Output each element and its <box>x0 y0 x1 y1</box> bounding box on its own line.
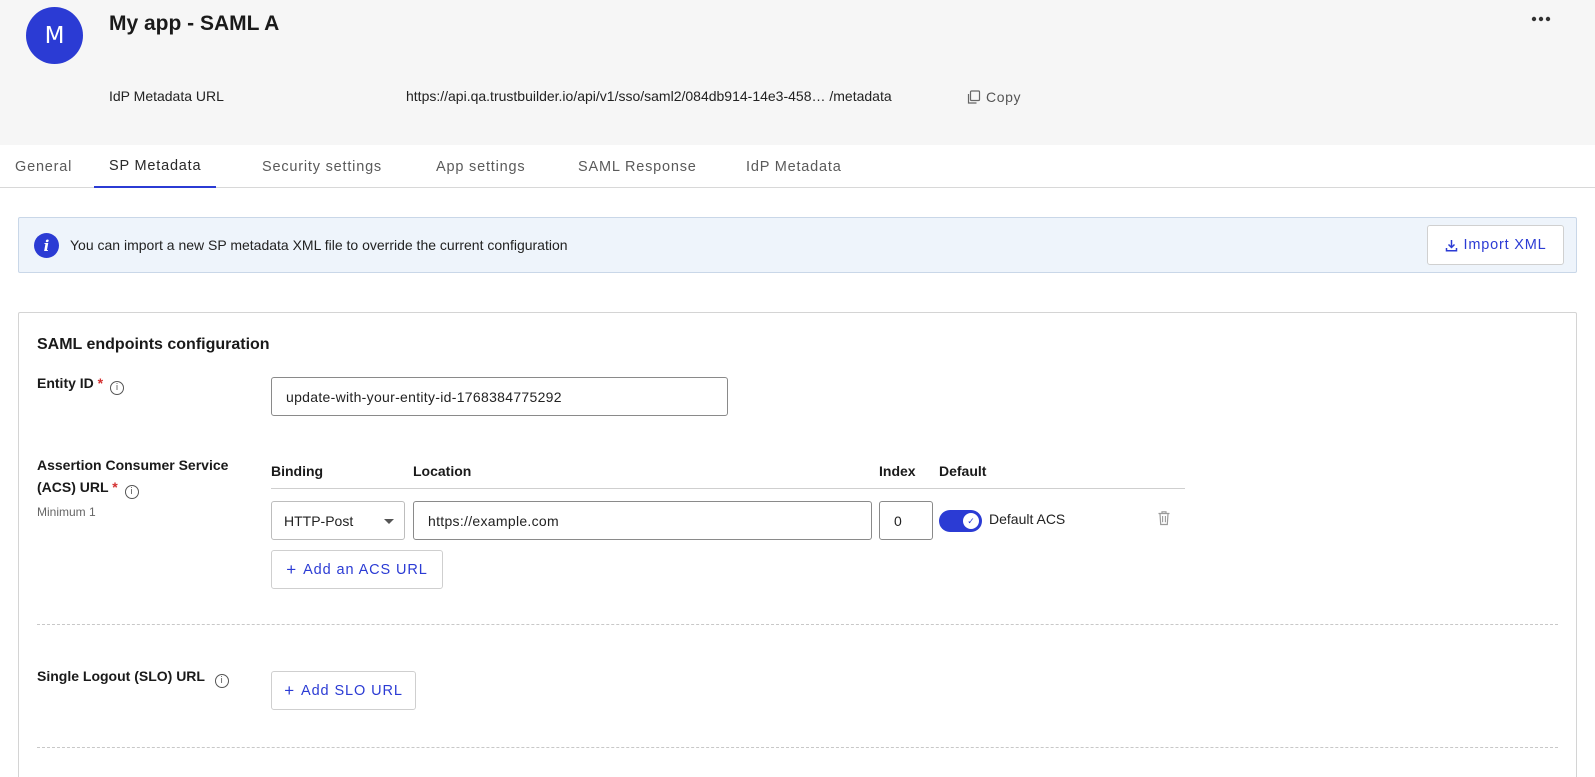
tab-sp-metadata[interactable]: SP Metadata <box>94 145 217 188</box>
idp-metadata-url-value: https://api.qa.trustbuilder.io/api/v1/ss… <box>406 88 892 104</box>
app-header: M My app - SAML A IdP Metadata URL https… <box>0 0 1595 145</box>
avatar: M <box>26 7 83 64</box>
download-icon <box>1445 239 1457 252</box>
import-xml-button[interactable]: Import XML <box>1427 225 1564 265</box>
binding-select-value: HTTP-Post <box>284 512 354 529</box>
info-banner: i You can import a new SP metadata XML f… <box>18 217 1577 273</box>
default-acs-label: Default ACS <box>989 511 1066 527</box>
tab-idp-metadata[interactable]: IdP Metadata <box>731 145 857 188</box>
tab-security-settings[interactable]: Security settings <box>247 145 397 188</box>
acs-label-line1: Assertion Consumer Service <box>37 457 229 473</box>
add-acs-url-button[interactable]: + Add an ACS URL <box>271 550 443 589</box>
info-circle-icon[interactable]: i <box>110 381 125 395</box>
tab-bar: General SP Metadata Security settings Ap… <box>0 145 1595 188</box>
plus-icon: + <box>284 681 296 700</box>
add-slo-url-button[interactable]: + Add SLO URL <box>271 671 416 710</box>
column-default: Default <box>939 463 987 479</box>
section-divider <box>37 624 1558 625</box>
info-circle-icon[interactable]: i <box>124 485 139 499</box>
acs-location-input[interactable]: https://example.com <box>413 501 872 540</box>
plus-icon: + <box>286 560 298 579</box>
info-banner-text: You can import a new SP metadata XML fil… <box>70 237 568 253</box>
acs-label-line2: (ACS) URL <box>37 479 109 495</box>
info-circle-icon[interactable]: i <box>214 674 229 688</box>
check-icon: ✓ <box>963 513 979 529</box>
required-mark: * <box>97 375 104 391</box>
section-divider <box>37 747 1558 748</box>
import-xml-label: Import XML <box>1463 237 1547 253</box>
tab-general[interactable]: General <box>0 145 87 188</box>
trash-icon[interactable] <box>1157 510 1171 526</box>
copy-label: Copy <box>986 89 1022 105</box>
page-title: My app - SAML A <box>109 12 280 35</box>
binding-select[interactable]: HTTP-Post <box>271 501 405 540</box>
slo-url-label: Single Logout (SLO) URL i <box>37 665 229 688</box>
section-title: SAML endpoints configuration <box>37 336 270 353</box>
table-header-divider <box>271 488 1185 489</box>
idp-metadata-url-label: IdP Metadata URL <box>109 88 224 104</box>
copy-icon <box>967 89 981 104</box>
copy-button[interactable]: Copy <box>966 86 1021 108</box>
default-acs-toggle[interactable]: ✓ <box>939 510 982 532</box>
acs-minimum-hint: Minimum 1 <box>37 505 96 519</box>
column-binding: Binding <box>271 463 324 479</box>
column-index: Index <box>879 463 916 479</box>
entity-id-label: Entity ID * i <box>37 372 125 395</box>
chevron-down-icon <box>384 519 394 524</box>
saml-endpoints-card: SAML endpoints configuration Entity ID *… <box>18 312 1577 777</box>
entity-id-label-text: Entity ID <box>37 375 94 391</box>
entity-id-input[interactable]: update-with-your-entity-id-1768384775292 <box>271 377 728 416</box>
acs-url-label: Assertion Consumer Service (ACS) URL * i <box>37 454 228 499</box>
tab-saml-response[interactable]: SAML Response <box>563 145 712 188</box>
add-acs-url-label: Add an ACS URL <box>303 561 428 578</box>
add-slo-url-label: Add SLO URL <box>301 682 403 699</box>
column-location: Location <box>413 463 472 479</box>
info-icon: i <box>34 233 59 258</box>
ellipsis-icon <box>1531 16 1551 22</box>
required-mark: * <box>112 479 118 495</box>
tab-app-settings[interactable]: App settings <box>421 145 540 188</box>
acs-index-input[interactable]: 0 <box>879 501 933 540</box>
more-options-button[interactable] <box>1526 4 1556 34</box>
slo-label-text: Single Logout (SLO) URL <box>37 668 205 684</box>
